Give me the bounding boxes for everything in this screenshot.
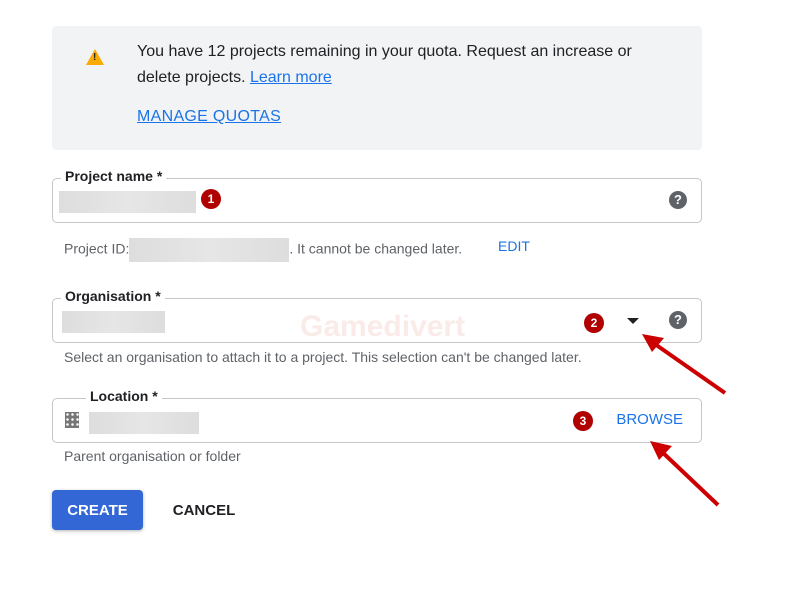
arrow-to-browse (658, 448, 720, 507)
annotation-arrows (642, 334, 727, 507)
arrow-to-dropdown (650, 340, 727, 395)
